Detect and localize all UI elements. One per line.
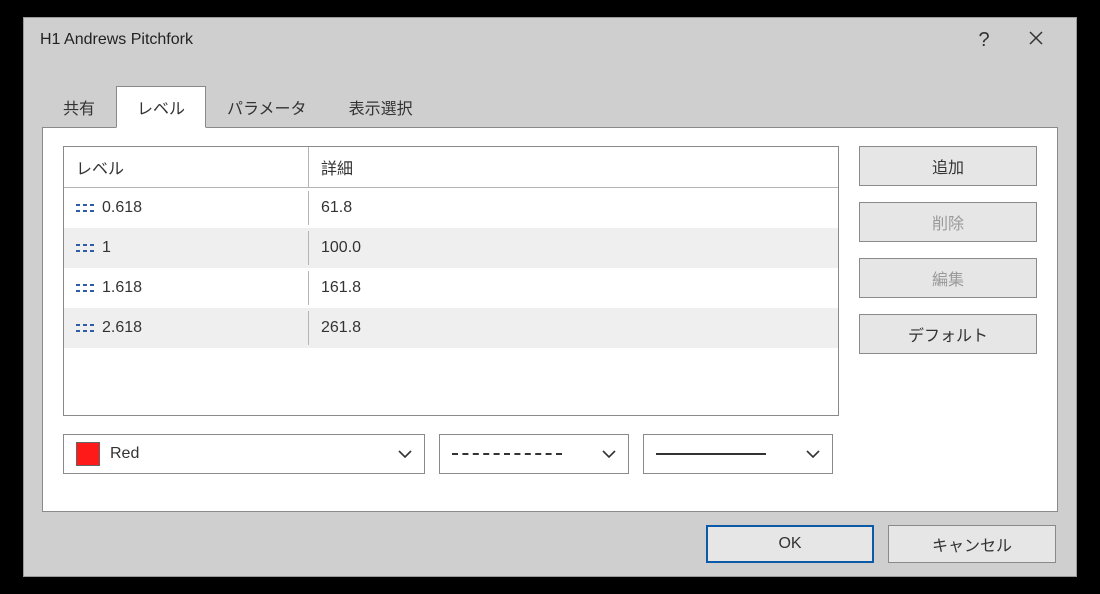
default-button[interactable]: デフォルト <box>859 314 1037 354</box>
tabstrip: 共有 レベル パラメータ 表示選択 <box>24 62 1076 127</box>
left-column: レベル 詳細 0.618 61.8 <box>63 146 839 489</box>
chevron-down-icon <box>398 450 412 458</box>
add-button[interactable]: 追加 <box>859 146 1037 186</box>
cell-detail[interactable]: 161.8 <box>309 271 838 305</box>
chevron-down-icon <box>806 450 820 458</box>
level-line-icon <box>76 243 96 253</box>
cell-level[interactable]: 0.618 <box>64 191 309 225</box>
help-button[interactable]: ? <box>960 25 1008 55</box>
grid-body: 0.618 61.8 1 100.0 <box>64 188 838 415</box>
table-row[interactable]: 0.618 61.8 <box>64 188 838 228</box>
cell-level[interactable]: 1.618 <box>64 271 309 305</box>
level-line-icon <box>76 323 96 333</box>
table-row[interactable]: 1.618 161.8 <box>64 268 838 308</box>
cancel-button[interactable]: キャンセル <box>888 525 1056 563</box>
cell-level[interactable]: 2.618 <box>64 311 309 345</box>
edit-button[interactable]: 編集 <box>859 258 1037 298</box>
color-swatch <box>76 442 100 466</box>
cell-level-value: 1 <box>102 239 111 257</box>
cell-level-value: 1.618 <box>102 279 142 297</box>
close-icon <box>1028 29 1044 52</box>
dialog-footer: OK キャンセル <box>24 512 1076 576</box>
cell-level-value: 0.618 <box>102 199 142 217</box>
help-icon: ? <box>978 29 989 52</box>
line-style-dropdown[interactable] <box>439 434 629 474</box>
tab-visualization[interactable]: 表示選択 <box>328 86 434 127</box>
dashed-line-icon <box>452 453 562 455</box>
cell-detail[interactable]: 261.8 <box>309 311 838 345</box>
header-level[interactable]: レベル <box>64 147 309 187</box>
right-column: 追加 削除 編集 デフォルト <box>859 146 1037 489</box>
close-button[interactable] <box>1012 25 1060 55</box>
titlebar: H1 Andrews Pitchfork ? <box>24 18 1076 62</box>
tab-share[interactable]: 共有 <box>42 86 116 127</box>
window-title: H1 Andrews Pitchfork <box>40 31 956 49</box>
header-detail[interactable]: 詳細 <box>309 147 838 187</box>
cell-level-value: 2.618 <box>102 319 142 337</box>
table-row[interactable]: 2.618 261.8 <box>64 308 838 348</box>
cell-level[interactable]: 1 <box>64 231 309 265</box>
solid-line-icon <box>656 453 766 455</box>
tab-content: レベル 詳細 0.618 61.8 <box>42 127 1058 512</box>
levels-grid[interactable]: レベル 詳細 0.618 61.8 <box>63 146 839 416</box>
color-dropdown[interactable]: Red <box>63 434 425 474</box>
delete-button[interactable]: 削除 <box>859 202 1037 242</box>
tab-parameters[interactable]: パラメータ <box>206 86 328 127</box>
level-line-icon <box>76 283 96 293</box>
cell-detail[interactable]: 61.8 <box>309 191 838 225</box>
table-row[interactable]: 1 100.0 <box>64 228 838 268</box>
line-width-dropdown[interactable] <box>643 434 833 474</box>
level-line-icon <box>76 203 96 213</box>
style-selectors: Red <box>63 434 839 474</box>
ok-button[interactable]: OK <box>706 525 874 563</box>
cell-detail[interactable]: 100.0 <box>309 231 838 265</box>
grid-header: レベル 詳細 <box>64 147 838 188</box>
color-value: Red <box>110 445 139 463</box>
tab-levels[interactable]: レベル <box>116 86 206 128</box>
chevron-down-icon <box>602 450 616 458</box>
dialog-window: H1 Andrews Pitchfork ? 共有 レベル パラメータ 表示選択… <box>23 17 1077 577</box>
